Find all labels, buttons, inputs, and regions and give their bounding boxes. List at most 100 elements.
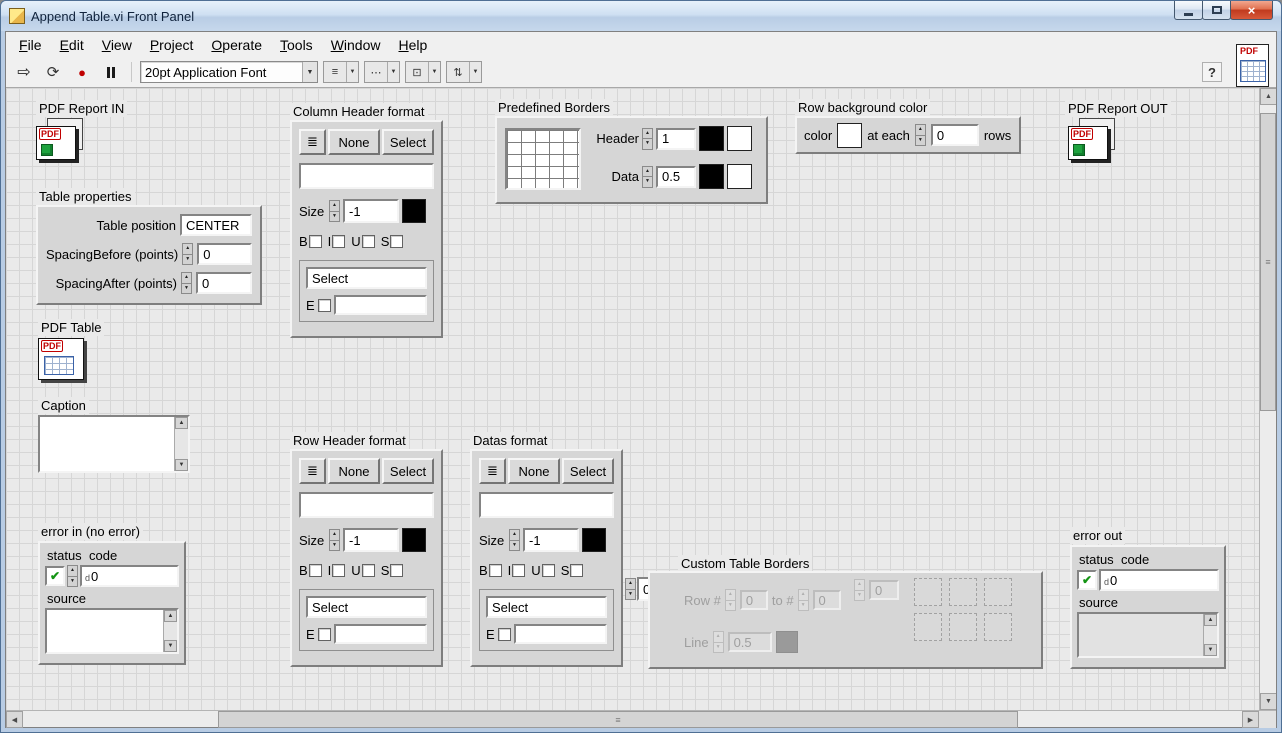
- data-line-color-swatch[interactable]: [699, 164, 724, 189]
- scroll-right-arrow[interactable]: ▶: [1242, 711, 1259, 728]
- run-button[interactable]: ⇨: [12, 60, 36, 84]
- caption-text[interactable]: [40, 417, 174, 471]
- context-help-button[interactable]: ?: [1202, 62, 1222, 82]
- abort-button[interactable]: ●: [70, 60, 94, 84]
- font-selector[interactable]: 20pt Application Font ▼: [140, 61, 318, 83]
- scroll-up-arrow[interactable]: ▲: [175, 417, 188, 429]
- strike-checkbox[interactable]: [570, 564, 583, 577]
- align-objects-button[interactable]: ≡ ▼: [323, 61, 359, 83]
- horizontal-scroll-track[interactable]: ≡: [23, 711, 1242, 728]
- e-checkbox[interactable]: [318, 628, 331, 641]
- spacing-after-spinner[interactable]: ▲▼: [181, 272, 192, 294]
- size-spinner[interactable]: ▲▼: [329, 200, 340, 222]
- italic-checkbox[interactable]: [332, 564, 345, 577]
- source-text[interactable]: [47, 610, 163, 652]
- header-line-color-swatch[interactable]: [699, 126, 724, 151]
- resize-objects-button[interactable]: ⊡ ▼: [405, 61, 441, 83]
- data-width-field[interactable]: 0.5: [656, 166, 696, 188]
- menu-file[interactable]: File: [10, 34, 51, 56]
- menu-view[interactable]: View: [93, 34, 141, 56]
- caption-scrollbar[interactable]: ▲ ▼: [174, 417, 188, 471]
- size-spinner[interactable]: ▲▼: [509, 529, 520, 551]
- vi-icon[interactable]: PDF: [1236, 44, 1269, 87]
- code-spinner[interactable]: ▲▼: [67, 565, 78, 587]
- font-name-field[interactable]: [299, 163, 434, 189]
- style-select-field[interactable]: Select: [306, 267, 427, 289]
- justify-button[interactable]: ≣: [299, 458, 326, 484]
- e-field[interactable]: [334, 295, 427, 315]
- bold-checkbox[interactable]: [309, 564, 322, 577]
- underline-checkbox[interactable]: [542, 564, 555, 577]
- scroll-up-arrow[interactable]: ▲: [164, 610, 177, 622]
- source-scrollbar[interactable]: ▲ ▼: [163, 610, 177, 652]
- spacing-after-field[interactable]: 0: [196, 272, 252, 294]
- menu-window[interactable]: Window: [322, 34, 390, 56]
- font-select-button[interactable]: Select: [382, 129, 434, 155]
- run-continuously-button[interactable]: ⟳: [41, 60, 65, 84]
- italic-checkbox[interactable]: [332, 235, 345, 248]
- font-select-button[interactable]: Select: [562, 458, 614, 484]
- size-field[interactable]: -1: [343, 199, 399, 223]
- italic-checkbox[interactable]: [512, 564, 525, 577]
- e-checkbox[interactable]: [498, 628, 511, 641]
- header-width-field[interactable]: 1: [656, 128, 696, 150]
- scroll-left-arrow[interactable]: ◀: [6, 711, 23, 728]
- scroll-down-arrow[interactable]: ▼: [1260, 693, 1276, 710]
- code-field[interactable]: d 0: [80, 565, 179, 587]
- e-field[interactable]: [514, 624, 607, 644]
- minimize-button[interactable]: [1174, 1, 1203, 20]
- scroll-down-arrow[interactable]: ▼: [1204, 644, 1217, 656]
- data-fill-color-swatch[interactable]: [727, 164, 752, 189]
- scroll-down-arrow[interactable]: ▼: [164, 640, 177, 652]
- font-color-swatch[interactable]: [402, 528, 426, 552]
- font-select-button[interactable]: Select: [382, 458, 434, 484]
- close-button[interactable]: ×: [1230, 1, 1273, 20]
- caption-field[interactable]: ▲ ▼: [38, 415, 190, 473]
- justify-button[interactable]: ≣: [299, 129, 326, 155]
- pdf-report-in-control[interactable]: PDF: [36, 118, 88, 166]
- source-scrollbar[interactable]: ▲ ▼: [1203, 614, 1217, 656]
- style-select-field[interactable]: Select: [486, 596, 607, 618]
- bold-checkbox[interactable]: [489, 564, 502, 577]
- distribute-objects-button[interactable]: ⋯ ▼: [364, 61, 400, 83]
- menu-help[interactable]: Help: [390, 34, 437, 56]
- header-fill-color-swatch[interactable]: [727, 126, 752, 151]
- style-select-field[interactable]: Select: [306, 596, 427, 618]
- horizontal-scroll-thumb[interactable]: ≡: [218, 711, 1018, 728]
- source-field[interactable]: ▲ ▼: [45, 608, 179, 654]
- table-position-field[interactable]: CENTER: [180, 214, 252, 236]
- pdf-table-control[interactable]: PDF: [38, 338, 84, 380]
- horizontal-scrollbar[interactable]: ◀ ≡ ▶: [6, 710, 1276, 727]
- pause-button[interactable]: [99, 60, 123, 84]
- underline-checkbox[interactable]: [362, 564, 375, 577]
- font-color-swatch[interactable]: [582, 528, 606, 552]
- size-field[interactable]: -1: [343, 528, 399, 552]
- at-each-spinner[interactable]: ▲▼: [915, 124, 926, 146]
- menu-operate[interactable]: Operate: [202, 34, 271, 56]
- vertical-scrollbar[interactable]: ▲ ≡ ▼: [1259, 88, 1276, 710]
- scroll-down-arrow[interactable]: ▼: [175, 459, 188, 471]
- font-color-swatch[interactable]: [402, 199, 426, 223]
- spacing-before-field[interactable]: 0: [197, 243, 252, 265]
- bold-checkbox[interactable]: [309, 235, 322, 248]
- justify-button[interactable]: ≣: [479, 458, 506, 484]
- reorder-objects-button[interactable]: ⇅ ▼: [446, 61, 482, 83]
- data-spinner[interactable]: ▲▼: [642, 166, 653, 188]
- size-field[interactable]: -1: [523, 528, 579, 552]
- scroll-up-arrow[interactable]: ▲: [1260, 88, 1276, 105]
- spacing-before-spinner[interactable]: ▲▼: [182, 243, 193, 265]
- row-color-swatch[interactable]: [837, 123, 862, 148]
- e-checkbox[interactable]: [318, 299, 331, 312]
- font-name-field[interactable]: [299, 492, 434, 518]
- strike-checkbox[interactable]: [390, 235, 403, 248]
- index-spinner[interactable]: ▲▼: [625, 578, 636, 600]
- font-none-button[interactable]: None: [328, 129, 380, 155]
- scroll-up-arrow[interactable]: ▲: [1204, 614, 1217, 626]
- size-spinner[interactable]: ▲▼: [329, 529, 340, 551]
- font-name-field[interactable]: [479, 492, 614, 518]
- menu-edit[interactable]: Edit: [51, 34, 93, 56]
- menu-project[interactable]: Project: [141, 34, 203, 56]
- e-field[interactable]: [334, 624, 427, 644]
- maximize-button[interactable]: [1202, 1, 1231, 20]
- status-indicator[interactable]: ✔: [45, 566, 65, 586]
